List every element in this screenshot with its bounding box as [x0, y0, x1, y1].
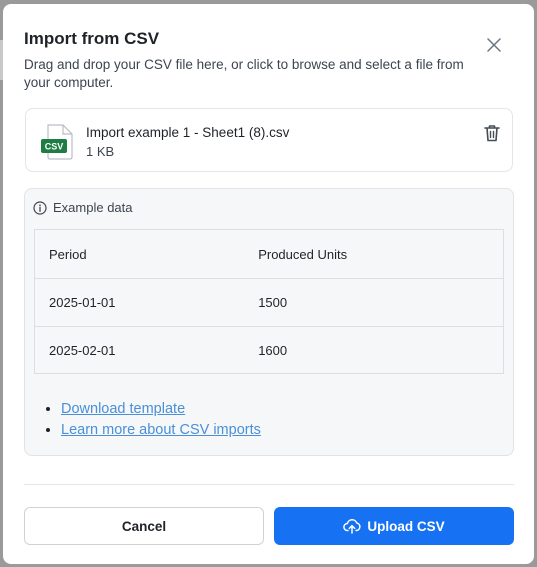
dialog-description: Drag and drop your CSV file here, or cli… [24, 57, 464, 90]
footer-divider [24, 484, 514, 485]
csv-file-icon: CSV [40, 123, 78, 161]
uploaded-file-card: CSV Import example 1 - Sheet1 (8).csv 1 … [25, 108, 513, 172]
download-template-link[interactable]: Download template [61, 401, 185, 417]
help-links-list: Download template Learn more about CSV i… [45, 399, 261, 441]
import-csv-dialog: Import from CSV Drag and drop your CSV f… [3, 4, 534, 564]
table-cell: 1600 [246, 326, 503, 374]
table-cell: 2025-02-01 [35, 326, 247, 374]
example-data-table: Period Produced Units 2025-01-01 1500 20… [34, 229, 504, 374]
list-item: Download template [61, 399, 261, 420]
example-data-panel: Example data Period Produced Units 2025-… [24, 188, 514, 456]
trash-icon [484, 125, 500, 142]
file-size: 1 KB [86, 144, 115, 159]
csv-badge-label: CSV [45, 142, 64, 152]
dialog-title: Import from CSV [24, 29, 160, 48]
upload-csv-button[interactable]: Upload CSV [274, 507, 514, 545]
file-name: Import example 1 - Sheet1 (8).csv [86, 125, 290, 140]
table-row: 2025-01-01 1500 [35, 279, 503, 327]
cloud-upload-icon [343, 519, 361, 534]
remove-file-button[interactable] [482, 123, 502, 143]
info-icon [33, 200, 47, 215]
close-button[interactable] [485, 36, 503, 54]
example-data-header: Example data [33, 200, 133, 215]
table-cell: 1500 [258, 295, 288, 310]
close-icon [487, 38, 501, 52]
column-header-period: Period [35, 230, 247, 279]
upload-csv-label: Upload CSV [367, 518, 445, 534]
column-header-produced-units: Produced Units [246, 230, 503, 279]
cancel-button[interactable]: Cancel [24, 507, 264, 545]
list-item: Learn more about CSV imports [61, 420, 261, 441]
learn-more-csv-link[interactable]: Learn more about CSV imports [61, 422, 261, 438]
table-cell: 2025-01-01 [49, 295, 116, 310]
table-row: 2025-02-01 1600 [35, 326, 503, 374]
example-data-heading: Example data [53, 200, 133, 215]
